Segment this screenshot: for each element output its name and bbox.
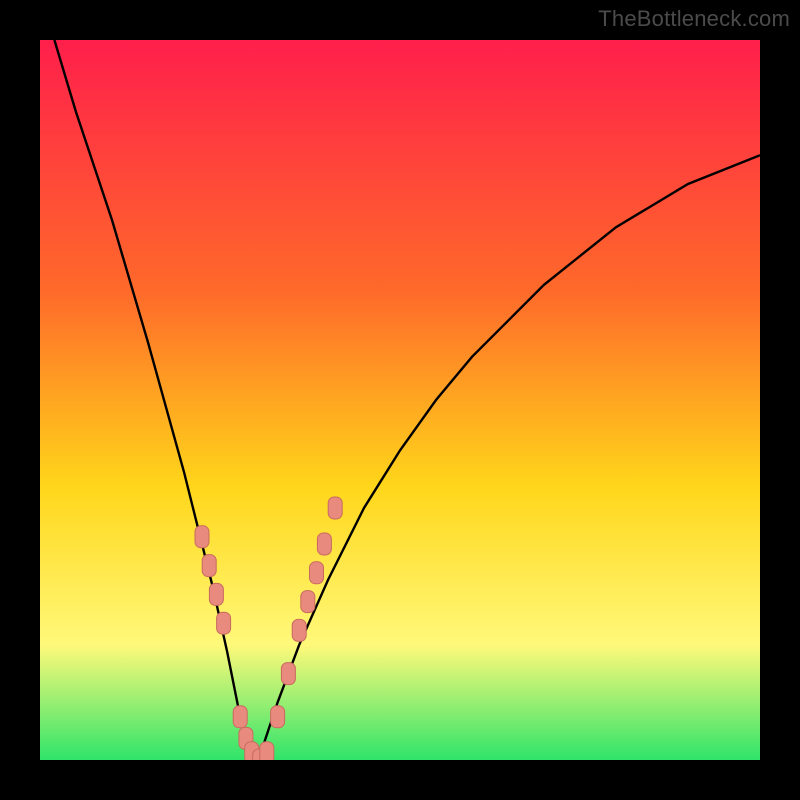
data-marker	[281, 663, 295, 685]
data-marker	[292, 619, 306, 641]
gradient-background	[40, 40, 760, 760]
data-marker	[301, 591, 315, 613]
data-marker	[310, 562, 324, 584]
data-marker	[317, 533, 331, 555]
data-marker	[209, 583, 223, 605]
data-marker	[233, 706, 247, 728]
data-marker	[202, 555, 216, 577]
chart-svg	[40, 40, 760, 760]
data-marker	[260, 742, 274, 760]
plot-area	[40, 40, 760, 760]
watermark-text: TheBottleneck.com	[598, 6, 790, 32]
data-marker	[328, 497, 342, 519]
data-marker	[195, 526, 209, 548]
data-marker	[217, 612, 231, 634]
data-marker	[271, 706, 285, 728]
chart-frame: TheBottleneck.com	[0, 0, 800, 800]
